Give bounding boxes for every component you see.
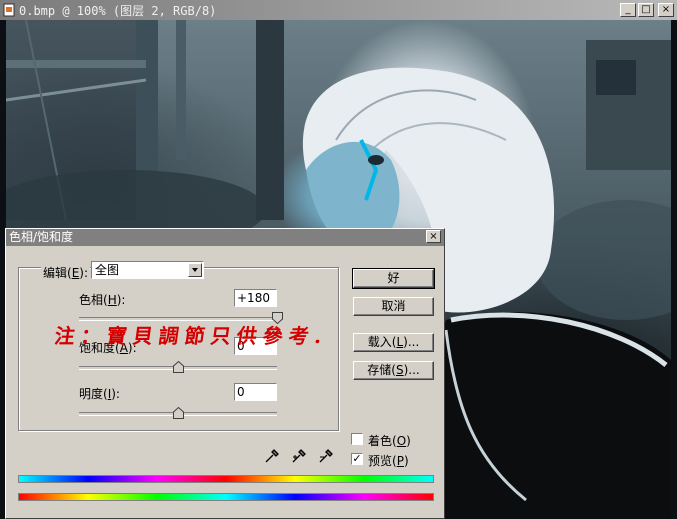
eyedropper-plus-icon[interactable] xyxy=(291,448,307,464)
cancel-button[interactable]: 取消 xyxy=(353,297,434,316)
minimize-button[interactable]: _ xyxy=(620,3,636,17)
colorize-label[interactable]: 着色(O) xyxy=(368,432,411,449)
hue-label: 色相(H): xyxy=(79,293,126,307)
eyedropper-minus-icon[interactable] xyxy=(318,448,334,464)
document-icon xyxy=(2,3,16,17)
edit-label: 编辑(E): xyxy=(41,264,91,281)
edit-select[interactable]: 全图 xyxy=(91,261,204,279)
preview-checkbox[interactable]: ✓ xyxy=(351,453,363,465)
preview-label[interactable]: 预览(P) xyxy=(368,452,409,469)
document-title: 0.bmp @ 100% (图层 2, RGB/8) xyxy=(19,3,217,18)
edit-select-value: 全图 xyxy=(95,263,120,277)
colorize-checkbox[interactable] xyxy=(351,433,363,445)
lightness-label: 明度(I): xyxy=(79,387,120,401)
save-button[interactable]: 存储(S)... xyxy=(353,361,434,380)
dialog-titlebar[interactable]: 色相/饱和度 × xyxy=(6,229,444,246)
chevron-down-icon[interactable] xyxy=(188,263,202,277)
load-button[interactable]: 载入(L)... xyxy=(353,333,434,352)
lightness-slider-thumb[interactable] xyxy=(172,407,184,419)
ok-button[interactable]: 好 xyxy=(352,268,435,289)
adjusted-spectrum-bar xyxy=(18,475,434,483)
lightness-input[interactable]: 0 xyxy=(234,383,277,401)
original-spectrum-bar xyxy=(18,493,434,501)
eyedropper-icon[interactable] xyxy=(264,448,280,464)
hue-input[interactable]: +180 xyxy=(234,289,277,307)
hue-saturation-dialog: 色相/饱和度 × 编辑(E): 全图 色相(H): +180 饱和度(A): 0… xyxy=(5,228,445,519)
close-button[interactable]: × xyxy=(658,3,674,17)
maximize-button[interactable]: □ xyxy=(638,3,654,17)
saturation-slider-thumb[interactable] xyxy=(172,361,184,373)
document-titlebar[interactable]: 0.bmp @ 100% (图层 2, RGB/8) _ □ × xyxy=(0,0,677,20)
annotation-note: 注：寶貝調節只供參考. xyxy=(53,324,330,348)
dialog-title: 色相/饱和度 xyxy=(9,230,74,244)
dialog-close-button[interactable]: × xyxy=(426,230,441,243)
